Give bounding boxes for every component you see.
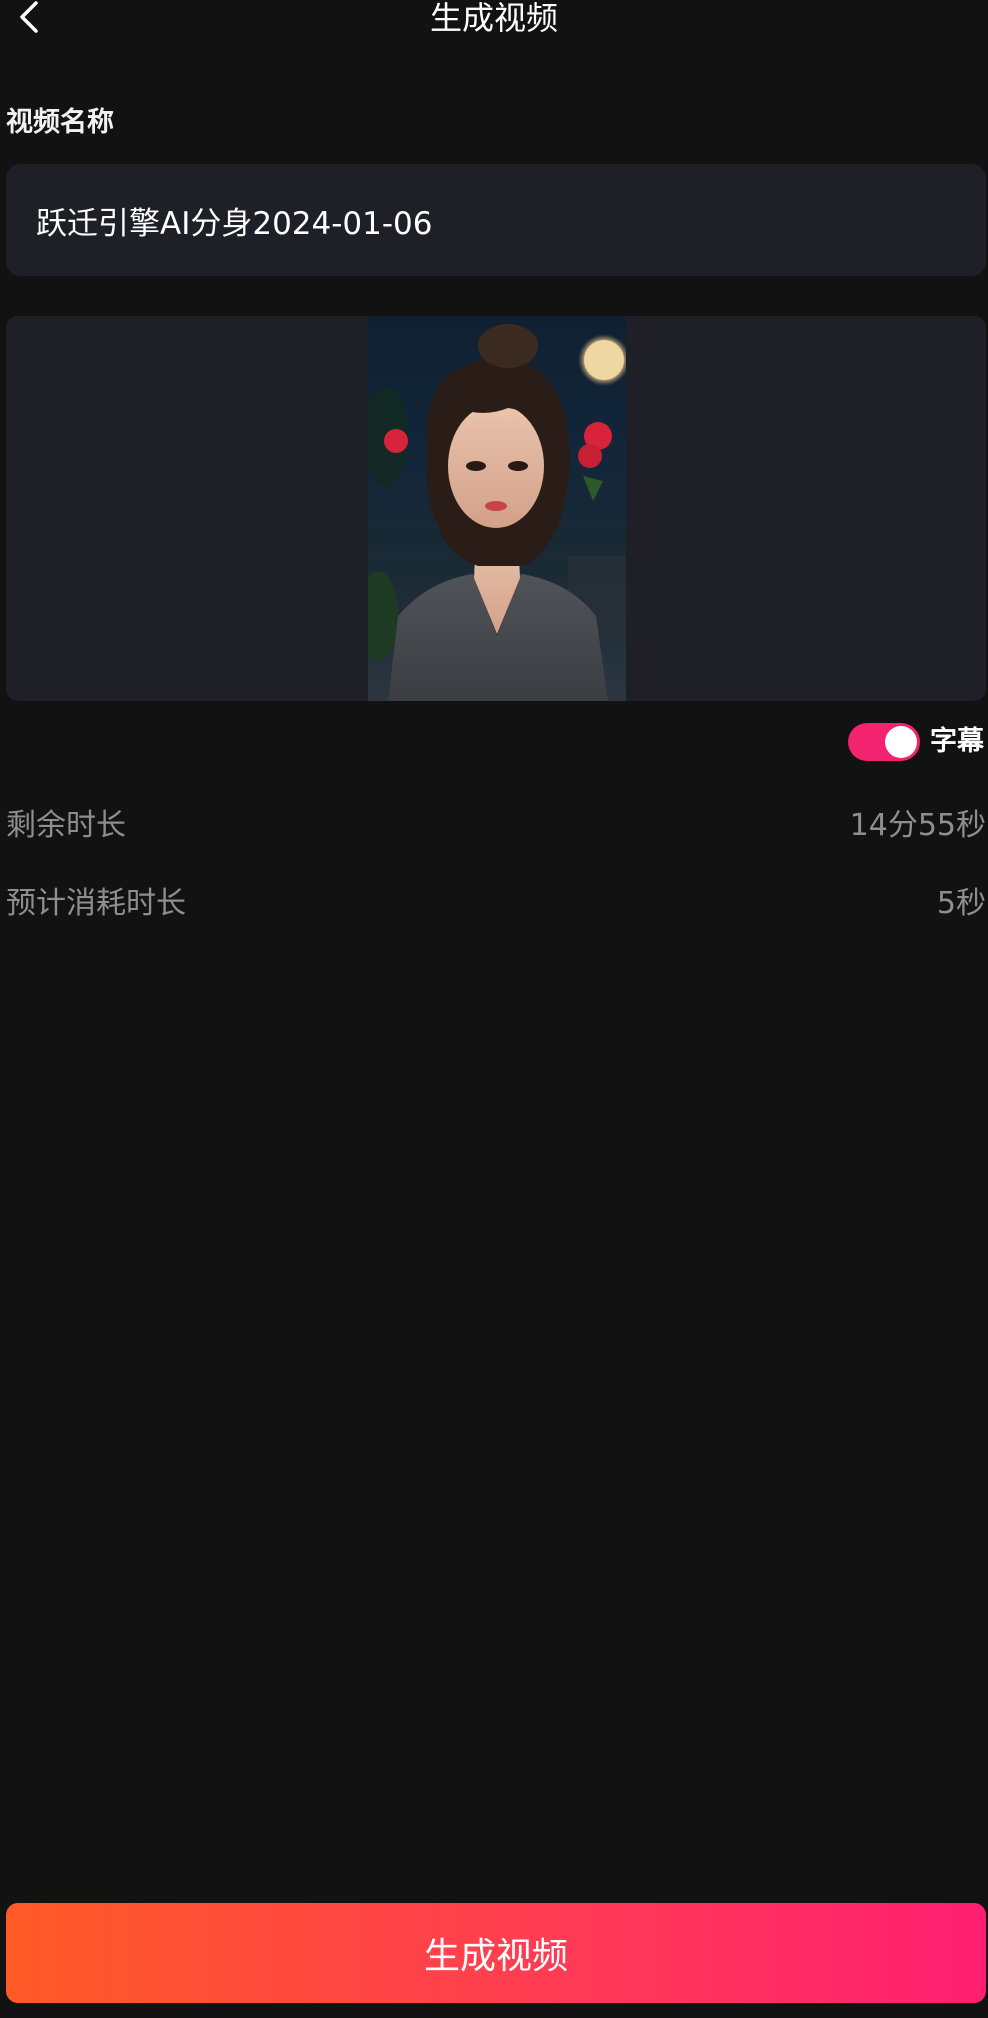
estimated-cost-row: 预计消耗时长 5秒 [6,882,986,926]
video-name-label: 视频名称 [6,107,114,138]
page-title: 生成视频 [429,0,558,37]
remaining-duration-label: 剩余时长 [6,808,126,843]
video-name-input[interactable] [6,164,986,276]
remaining-duration-value: 14分55秒 [849,808,986,843]
toggle-knob [885,726,917,758]
subtitle-label: 字幕 [930,726,984,757]
avatar-preview-image [368,316,626,701]
estimated-cost-label: 预计消耗时长 [6,886,186,921]
generate-video-button[interactable]: 生成视频 [6,1903,986,2003]
video-preview [6,316,986,701]
remaining-duration-row: 剩余时长 14分55秒 [6,804,986,848]
subtitle-toggle[interactable] [848,723,920,761]
estimated-cost-value: 5秒 [936,886,986,921]
header: 生成视频 [0,0,988,40]
